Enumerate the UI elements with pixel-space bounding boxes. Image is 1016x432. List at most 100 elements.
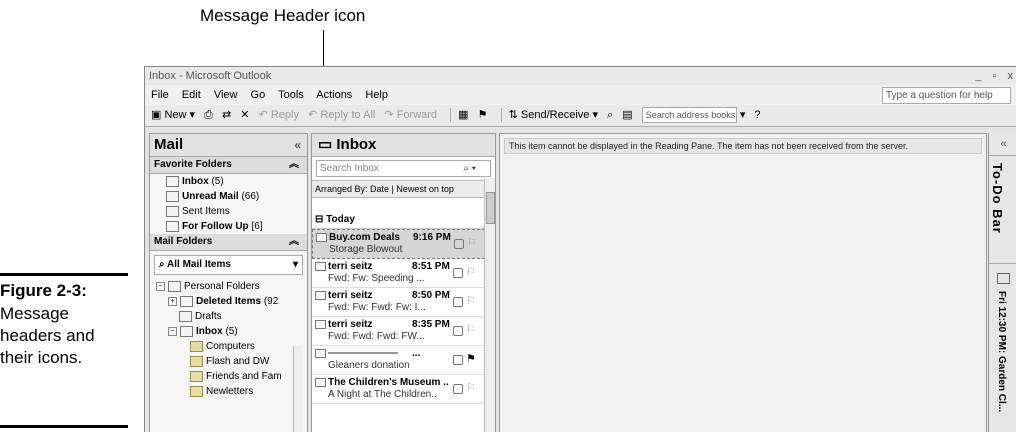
message-subject: Storage Blowout	[329, 244, 403, 255]
dropdown-arrow-icon[interactable]: ▾	[740, 109, 746, 121]
mail-folders-header[interactable]: Mail Folders ︽	[150, 234, 307, 251]
print-icon[interactable]: ⎙	[204, 109, 213, 121]
inbox-icon	[180, 325, 193, 337]
message-header[interactable]: terri seitz 8:35 PM Fwd: Fwd: Fwd: FW...…	[312, 317, 495, 346]
category-box[interactable]	[453, 297, 463, 307]
favorite-inbox[interactable]: Inbox (5)	[150, 174, 307, 189]
redaction-bar	[328, 352, 398, 355]
folder-inbox[interactable]: − Inbox (5)	[150, 324, 307, 339]
help-icon[interactable]: ?	[754, 109, 760, 121]
flag-icon[interactable]: ⚐	[466, 294, 476, 307]
favorite-folders-header[interactable]: Favorite Folders ︽	[150, 157, 307, 174]
inbox-title: ▭ Inbox	[312, 134, 495, 157]
menu-file[interactable]: File	[151, 89, 169, 101]
collapse-icon[interactable]: ⊟	[315, 214, 323, 225]
group-header-today[interactable]: ⊟ Today	[312, 212, 495, 229]
flag-icon[interactable]: ⚐	[466, 381, 476, 394]
title-bar: Inbox - Microsoft Outlook _ ▫ x	[145, 67, 1016, 85]
send-receive-button[interactable]: ⇅ Send/Receive ▾	[509, 109, 598, 121]
message-header[interactable]: The Children's Museum .. A Night at The …	[312, 375, 495, 404]
menu-help[interactable]: Help	[365, 89, 388, 101]
flag-icon[interactable]: ⚐	[466, 265, 476, 278]
new-button[interactable]: ▣ New ▾	[151, 109, 195, 121]
arrange-by-header[interactable]: Arranged By: Date | Newest on top	[312, 180, 495, 198]
move-icon[interactable]: ⇄	[222, 109, 231, 121]
flag-icon[interactable]: ⚑	[466, 352, 476, 365]
favorite-unread-mail[interactable]: Unread Mail (66)	[150, 189, 307, 204]
menu-edit[interactable]: Edit	[182, 89, 201, 101]
categorize-icon[interactable]: ▦	[458, 109, 468, 121]
message-time: 8:35 PM	[412, 319, 450, 330]
message-list-scrollbar[interactable]	[484, 178, 495, 432]
all-items-label: All Mail Items	[167, 259, 231, 270]
category-box[interactable]	[453, 384, 463, 394]
favorite-sent-items[interactable]: Sent Items	[150, 204, 307, 219]
message-header-icon	[316, 233, 327, 242]
folder-flash-and-dw[interactable]: Flash and DW	[150, 354, 307, 369]
message-header[interactable]: terri seitz 8:51 PM Fwd: Fw: Speeding ..…	[312, 259, 495, 288]
menu-go[interactable]: Go	[251, 89, 266, 101]
category-box[interactable]	[453, 326, 463, 336]
all-mail-items-dropdown[interactable]: ⌕ All Mail Items ▾	[154, 255, 303, 275]
scrollbar-thumb[interactable]	[486, 192, 495, 224]
favorites-header-label: Favorite Folders	[154, 159, 232, 170]
category-box[interactable]	[453, 355, 463, 365]
menu-tools[interactable]: Tools	[278, 89, 304, 101]
folder-tree-scrollbar[interactable]	[293, 346, 302, 432]
message-header-icon	[315, 349, 326, 358]
folder-deleted-items[interactable]: + Deleted Items (92	[150, 294, 307, 309]
window-controls[interactable]: _ ▫ x	[975, 67, 1016, 85]
menu-view[interactable]: View	[214, 89, 238, 101]
collapse-nav-icon[interactable]: «	[294, 134, 301, 156]
delete-icon[interactable]: ✕	[240, 109, 249, 121]
flag-icon[interactable]: ⚑	[478, 109, 488, 121]
reply-label: Reply	[270, 109, 299, 121]
message-header[interactable]: terri seitz 8:50 PM Fwd: Fw: Fwd: Fw: I.…	[312, 288, 495, 317]
message-header-icon	[315, 291, 326, 300]
todo-bar-title: To-Do Bar	[990, 163, 1005, 234]
address-book-search-input[interactable]: Search address books	[641, 107, 737, 124]
message-sender: The Children's Museum ..	[328, 377, 449, 388]
forward-button[interactable]: ↷ Forward	[384, 109, 437, 121]
favorite-follow-up[interactable]: For Follow Up [6]	[150, 219, 307, 234]
expand-todo-icon[interactable]: «	[989, 133, 1016, 156]
message-header-icon	[315, 320, 326, 329]
collapse-icon[interactable]: −	[156, 281, 165, 291]
search-folder-icon	[166, 190, 179, 202]
reply-all-button[interactable]: ↶ Reply to All	[308, 109, 375, 121]
folder-friends-and-family[interactable]: Friends and Fam	[150, 369, 307, 384]
chevron-up-icon[interactable]: ︽	[289, 234, 299, 250]
message-time: 9:16 PM	[413, 232, 451, 243]
figure-caption-line: Message	[0, 304, 69, 323]
menu-actions[interactable]: Actions	[316, 89, 352, 101]
expand-icon[interactable]: +	[168, 296, 177, 306]
folder-icon	[190, 385, 203, 397]
folder-newletters[interactable]: Newletters	[150, 384, 307, 399]
reply-button[interactable]: ↶ Reply	[259, 109, 299, 121]
message-header[interactable]: Buy.com Deals 9:16 PM Storage Blowout ⚐	[312, 229, 495, 259]
flag-icon[interactable]: ⚐	[467, 236, 477, 249]
chevron-down-icon[interactable]: ▾	[293, 256, 298, 274]
category-box[interactable]	[454, 239, 464, 249]
mail-folders-label: Mail Folders	[154, 236, 213, 247]
reading-pane: This item cannot be displayed in the Rea…	[499, 133, 987, 432]
chevron-up-icon[interactable]: ︽	[289, 157, 299, 173]
folder-personal-folders[interactable]: − Personal Folders	[150, 279, 307, 294]
message-list-pane: ▭ Inbox Search Inbox ⌕ ▾ Arranged By: Da…	[311, 133, 496, 432]
collapse-icon[interactable]: −	[168, 326, 177, 336]
todo-appointment[interactable]: Fri 12:30 PM: Garden Cl...	[996, 291, 1007, 412]
folder-drafts[interactable]: Drafts	[150, 309, 307, 324]
flag-icon[interactable]: ⚐	[466, 323, 476, 336]
find-icon[interactable]: ⌕	[607, 109, 613, 121]
folder-computers[interactable]: Computers	[150, 339, 307, 354]
message-header[interactable]: ... Gleaners donation ⚑	[312, 346, 495, 375]
address-book-icon[interactable]: ▤	[622, 109, 632, 121]
sort-order-label[interactable]: Newest on top	[396, 184, 454, 194]
help-search-input[interactable]: Type a question for help	[882, 87, 1011, 104]
forward-label: Forward	[396, 109, 438, 121]
search-icon[interactable]: ⌕ ▾	[463, 161, 476, 176]
search-folder-icon	[166, 220, 179, 232]
standard-toolbar: ▣ New ▾ ⎙ ⇄ ✕ ↶ Reply ↶ Reply to All ↷ F…	[145, 105, 1016, 127]
search-inbox-input[interactable]: Search Inbox ⌕ ▾	[316, 160, 491, 177]
category-box[interactable]	[453, 268, 463, 278]
